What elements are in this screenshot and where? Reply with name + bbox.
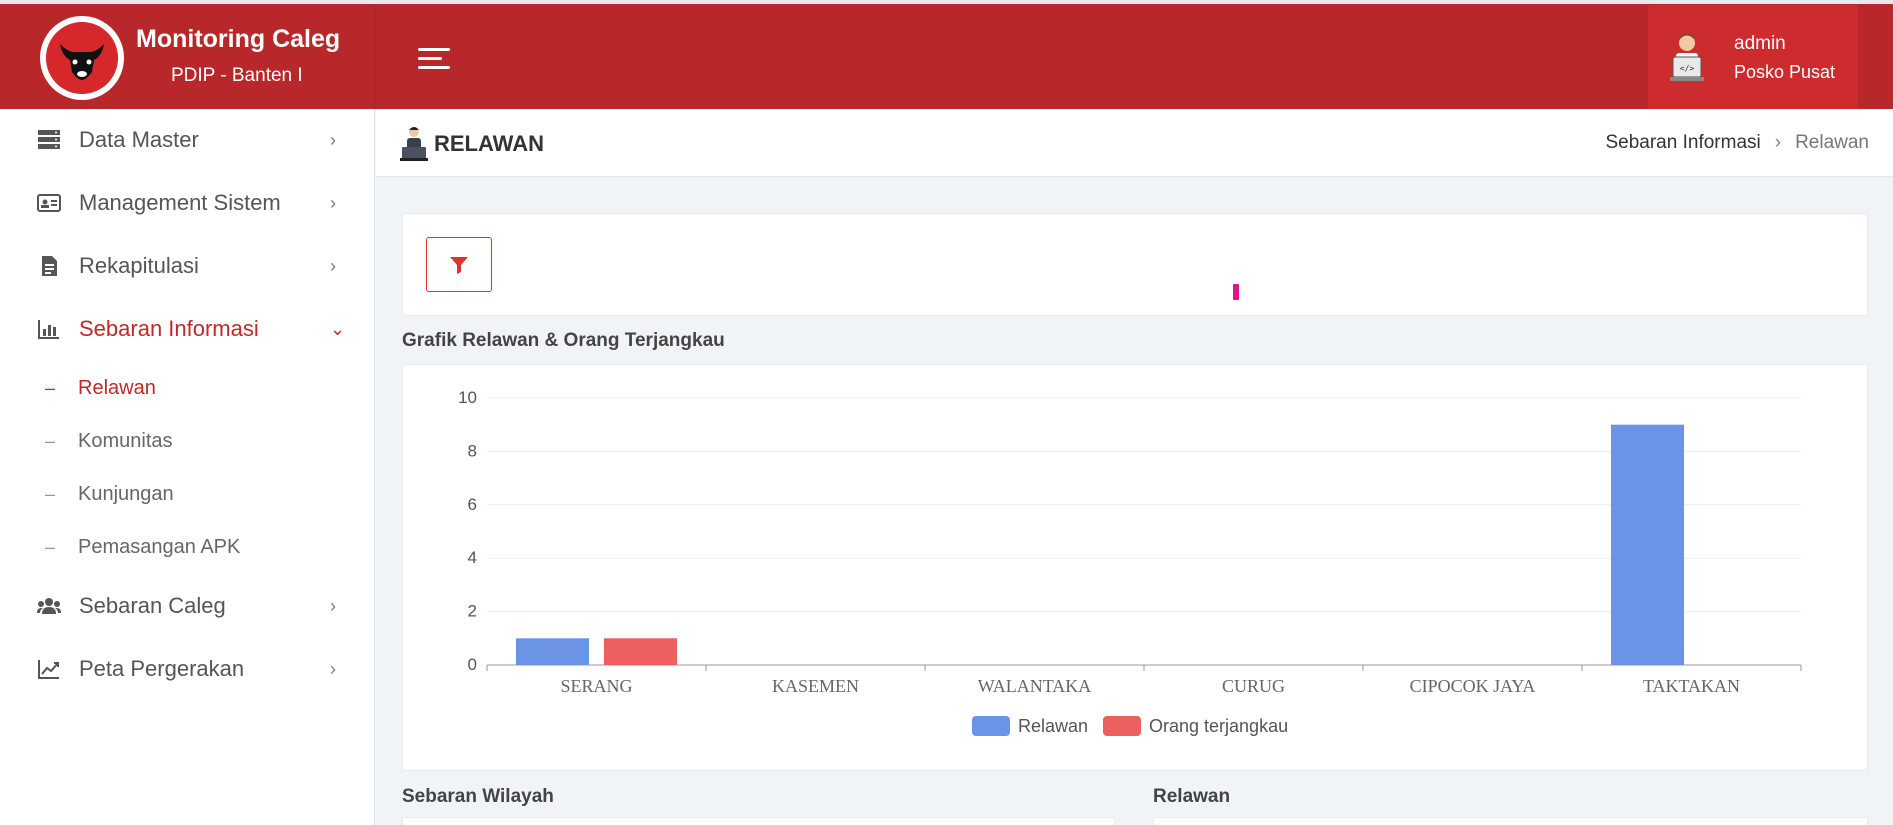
sidebar-subitem-label: Relawan [78, 376, 156, 399]
legend-swatch [1103, 716, 1141, 736]
app-subtitle: PDIP - Banten I [171, 65, 303, 86]
y-tick-label: 2 [468, 602, 477, 621]
sidebar-item-label: Sebaran Caleg [79, 593, 226, 618]
database-icon [38, 130, 60, 149]
breadcrumb-item[interactable]: Sebaran Informasi [1605, 132, 1760, 154]
brand[interactable]: Monitoring Caleg PDIP - Banten I [0, 4, 375, 109]
section-title-relawan: Relawan [1153, 786, 1231, 807]
dash-icon: – [45, 536, 56, 557]
y-tick-label: 8 [468, 441, 477, 460]
chevron-right-icon: › [330, 192, 336, 213]
app-title: Monitoring Caleg [136, 25, 341, 53]
relawan-card [1153, 817, 1868, 825]
id-card-icon [37, 194, 61, 212]
sidebar-item-rekapitulasi[interactable]: Rekapitulasi › [0, 241, 375, 291]
y-tick-label: 10 [458, 388, 477, 407]
filter-button[interactable] [426, 237, 492, 292]
breadcrumb-current: Relawan [1795, 132, 1869, 153]
sidebar-item-sebaran-informasi[interactable]: Sebaran Informasi ⌄ [0, 304, 375, 354]
users-icon [37, 598, 61, 614]
bull-logo-icon [40, 16, 124, 100]
x-tick-label: KASEMEN [772, 676, 859, 696]
chevron-right-icon: › [330, 129, 336, 150]
sidebar-item-label: Peta Pergerakan [79, 656, 245, 681]
sidebar-subitem-relawan[interactable]: – Relawan [0, 368, 375, 408]
sidebar-item-management-sistem[interactable]: Management Sistem › [0, 178, 375, 228]
sidebar-item-peta-pergerakan[interactable]: Peta Pergerakan › [0, 644, 375, 694]
filter-card [402, 213, 1868, 316]
dash-icon: – [45, 430, 56, 451]
sidebar-subitem-label: Komunitas [78, 429, 173, 452]
user-avatar-icon: </> [1670, 33, 1704, 81]
x-tick-label: WALANTAKA [978, 676, 1092, 696]
legend-label: Relawan [1018, 716, 1088, 736]
filter-icon [450, 256, 468, 274]
legend-swatch [972, 716, 1010, 736]
bar-chart-icon [38, 320, 59, 339]
section-title-sebaran-wilayah: Sebaran Wilayah [402, 786, 554, 807]
sebaran-wilayah-card [402, 817, 1115, 825]
sidebar-item-label: Sebaran Informasi [79, 316, 259, 341]
sidebar-item-label: Data Master [79, 127, 199, 152]
x-tick-label: TAKTAKAN [1643, 676, 1740, 696]
sidebar-item-data-master[interactable]: Data Master › [0, 115, 375, 165]
sidebar-item-label: Management Sistem [79, 190, 281, 215]
x-tick-label: SERANG [560, 676, 632, 696]
sidebar-subitem-label: Pemasangan APK [78, 535, 241, 558]
bar-chart: 0 2 4 6 8 10 SERANG KASEMEN WALANTAKA CURUG CIPOCO… [458, 388, 1802, 736]
breadcrumb: Sebaran Informasi › Relawan [1605, 132, 1869, 154]
chevron-down-icon: ⌄ [330, 318, 346, 339]
user-menu[interactable]: </> admin Posko Pusat [1648, 5, 1858, 109]
bar-relawan [1611, 424, 1684, 665]
y-tick-label: 6 [468, 495, 477, 514]
document-icon [42, 256, 57, 276]
page-header: RELAWAN Sebaran Informasi › Relawan [376, 109, 1893, 177]
chevron-right-icon: › [330, 255, 336, 276]
user-name: admin [1734, 33, 1786, 54]
sidebar-subitem-kunjungan[interactable]: – Kunjungan [0, 474, 375, 514]
svg-text:</>: </> [1680, 64, 1695, 73]
top-navbar: Monitoring Caleg PDIP - Banten I </> adm… [0, 0, 1893, 109]
y-tick-label: 0 [468, 655, 477, 674]
loading-indicator [1233, 284, 1239, 300]
legend-label: Orang terjangkau [1149, 716, 1288, 736]
hamburger-menu-icon[interactable] [418, 48, 450, 72]
sidebar-item-sebaran-caleg[interactable]: Sebaran Caleg › [0, 581, 375, 631]
user-role: Posko Pusat [1734, 62, 1836, 82]
sidebar: Data Master › Management Sistem › Rekapi… [0, 109, 375, 825]
volunteer-icon [400, 127, 428, 161]
sidebar-item-label: Rekapitulasi [79, 253, 199, 278]
chevron-right-icon: › [330, 658, 336, 679]
line-chart-icon [38, 660, 59, 679]
sidebar-subitem-pemasangan-apk[interactable]: – Pemasangan APK [0, 527, 375, 567]
page-title: RELAWAN [434, 131, 544, 156]
chart-section-title: Grafik Relawan & Orang Terjangkau [402, 330, 725, 351]
sidebar-subitem-label: Kunjungan [78, 482, 174, 505]
x-tick-label: CURUG [1222, 676, 1285, 696]
x-tick-label: CIPOCOK JAYA [1410, 676, 1536, 696]
dash-icon: – [45, 377, 56, 398]
chart-card: 0 2 4 6 8 10 SERANG KASEMEN WALANTAKA CURUG CIPOCO… [402, 364, 1868, 771]
dash-icon: – [45, 483, 56, 504]
y-tick-label: 4 [468, 548, 477, 567]
chevron-right-icon: › [1774, 132, 1782, 153]
chevron-right-icon: › [330, 595, 336, 616]
sidebar-subitem-komunitas[interactable]: – Komunitas [0, 421, 375, 461]
bar-relawan [516, 638, 589, 665]
bar-orang-terjangkau [604, 638, 677, 665]
